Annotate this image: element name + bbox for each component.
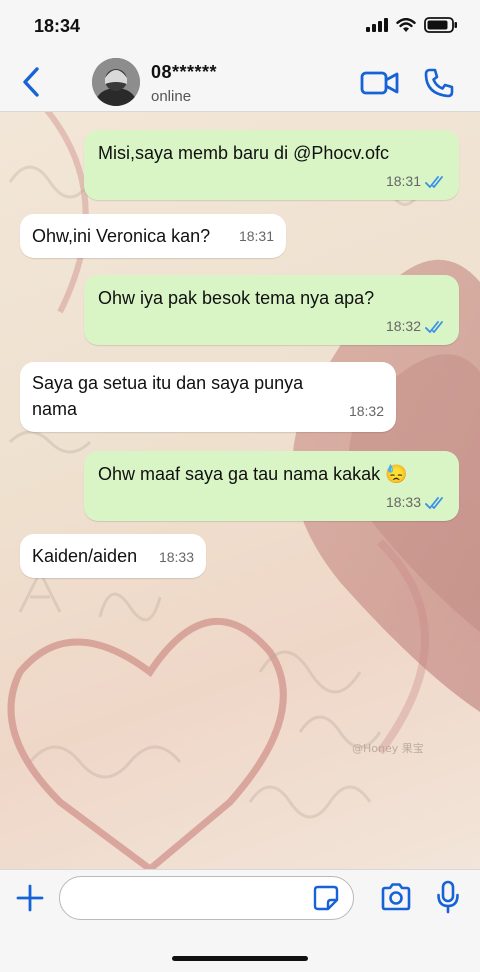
chat-area[interactable]: @Honey 果宝 Misi,saya memb baru di @Phocv.… bbox=[0, 112, 480, 869]
phone-icon bbox=[424, 68, 454, 98]
message-time: 18:31 bbox=[385, 173, 421, 190]
microphone-button[interactable] bbox=[436, 880, 460, 914]
video-call-button[interactable] bbox=[360, 68, 400, 98]
read-ticks-icon bbox=[425, 321, 443, 333]
message-time: 18:33 bbox=[158, 549, 194, 566]
avatar-image bbox=[92, 58, 140, 106]
message-input[interactable] bbox=[59, 876, 354, 920]
read-ticks-icon bbox=[425, 497, 443, 509]
message-meta: 18:32 bbox=[386, 317, 447, 337]
contact-name[interactable]: 08****** bbox=[151, 62, 217, 83]
message-meta: 18:32 bbox=[349, 402, 384, 422]
message-bubble-outgoing[interactable]: Misi,saya memb baru di @Phocv.ofc 18:31 bbox=[84, 130, 459, 200]
back-button[interactable] bbox=[18, 66, 44, 98]
camera-button[interactable] bbox=[380, 882, 412, 912]
message-text: Misi,saya memb baru di @Phocv.ofc bbox=[98, 143, 390, 163]
message-meta: 18:33 bbox=[386, 493, 447, 513]
camera-icon bbox=[381, 883, 411, 911]
attach-button[interactable] bbox=[14, 882, 46, 914]
chat-header: 08****** online bbox=[0, 52, 480, 112]
message-text: Ohw iya pak besok tema nya apa? bbox=[98, 288, 375, 308]
message-text: Saya ga setua itu dan saya punya nama bbox=[32, 373, 304, 419]
status-time: 18:34 bbox=[34, 16, 81, 36]
message-text: Ohw,ini Veronica kan? bbox=[32, 226, 211, 246]
wifi-icon bbox=[396, 17, 416, 32]
contact-status: online bbox=[151, 88, 192, 105]
status-icons bbox=[366, 17, 458, 33]
message-meta: 18:31 bbox=[239, 227, 274, 247]
wallpaper-watermark: @Honey 果宝 bbox=[352, 741, 424, 755]
sticker-button[interactable] bbox=[313, 885, 339, 911]
microphone-icon bbox=[437, 880, 459, 914]
chevron-left-icon bbox=[23, 67, 39, 97]
message-bubble-incoming[interactable]: Kaiden/aiden 18:33 bbox=[20, 534, 206, 578]
plus-icon bbox=[16, 884, 44, 912]
message-time: 18:32 bbox=[385, 318, 421, 335]
status-bar: 18:34 bbox=[0, 0, 480, 52]
message-time: 18:31 bbox=[238, 228, 274, 245]
message-text: Ohw maaf saya ga tau nama kakak 😓 bbox=[98, 464, 408, 484]
message-bubble-outgoing[interactable]: Ohw iya pak besok tema nya apa? 18:32 bbox=[84, 275, 459, 345]
message-meta: 18:31 bbox=[386, 172, 447, 192]
voice-call-button[interactable] bbox=[422, 66, 456, 100]
composer-bar bbox=[0, 869, 480, 972]
read-ticks-icon bbox=[425, 176, 443, 188]
signal-icon bbox=[366, 18, 388, 32]
message-bubble-incoming[interactable]: Ohw,ini Veronica kan? 18:31 bbox=[20, 214, 286, 258]
message-bubble-outgoing[interactable]: Ohw maaf saya ga tau nama kakak 😓 18:33 bbox=[84, 451, 459, 521]
video-camera-icon bbox=[360, 71, 399, 95]
avatar[interactable] bbox=[92, 58, 140, 106]
message-time: 18:32 bbox=[348, 403, 384, 420]
message-meta: 18:33 bbox=[159, 548, 194, 568]
sticker-icon bbox=[313, 885, 339, 911]
message-bubble-incoming[interactable]: Saya ga setua itu dan saya punya nama 18… bbox=[20, 362, 396, 432]
battery-icon bbox=[424, 17, 457, 33]
message-time: 18:33 bbox=[385, 494, 421, 511]
home-indicator[interactable] bbox=[172, 956, 308, 961]
